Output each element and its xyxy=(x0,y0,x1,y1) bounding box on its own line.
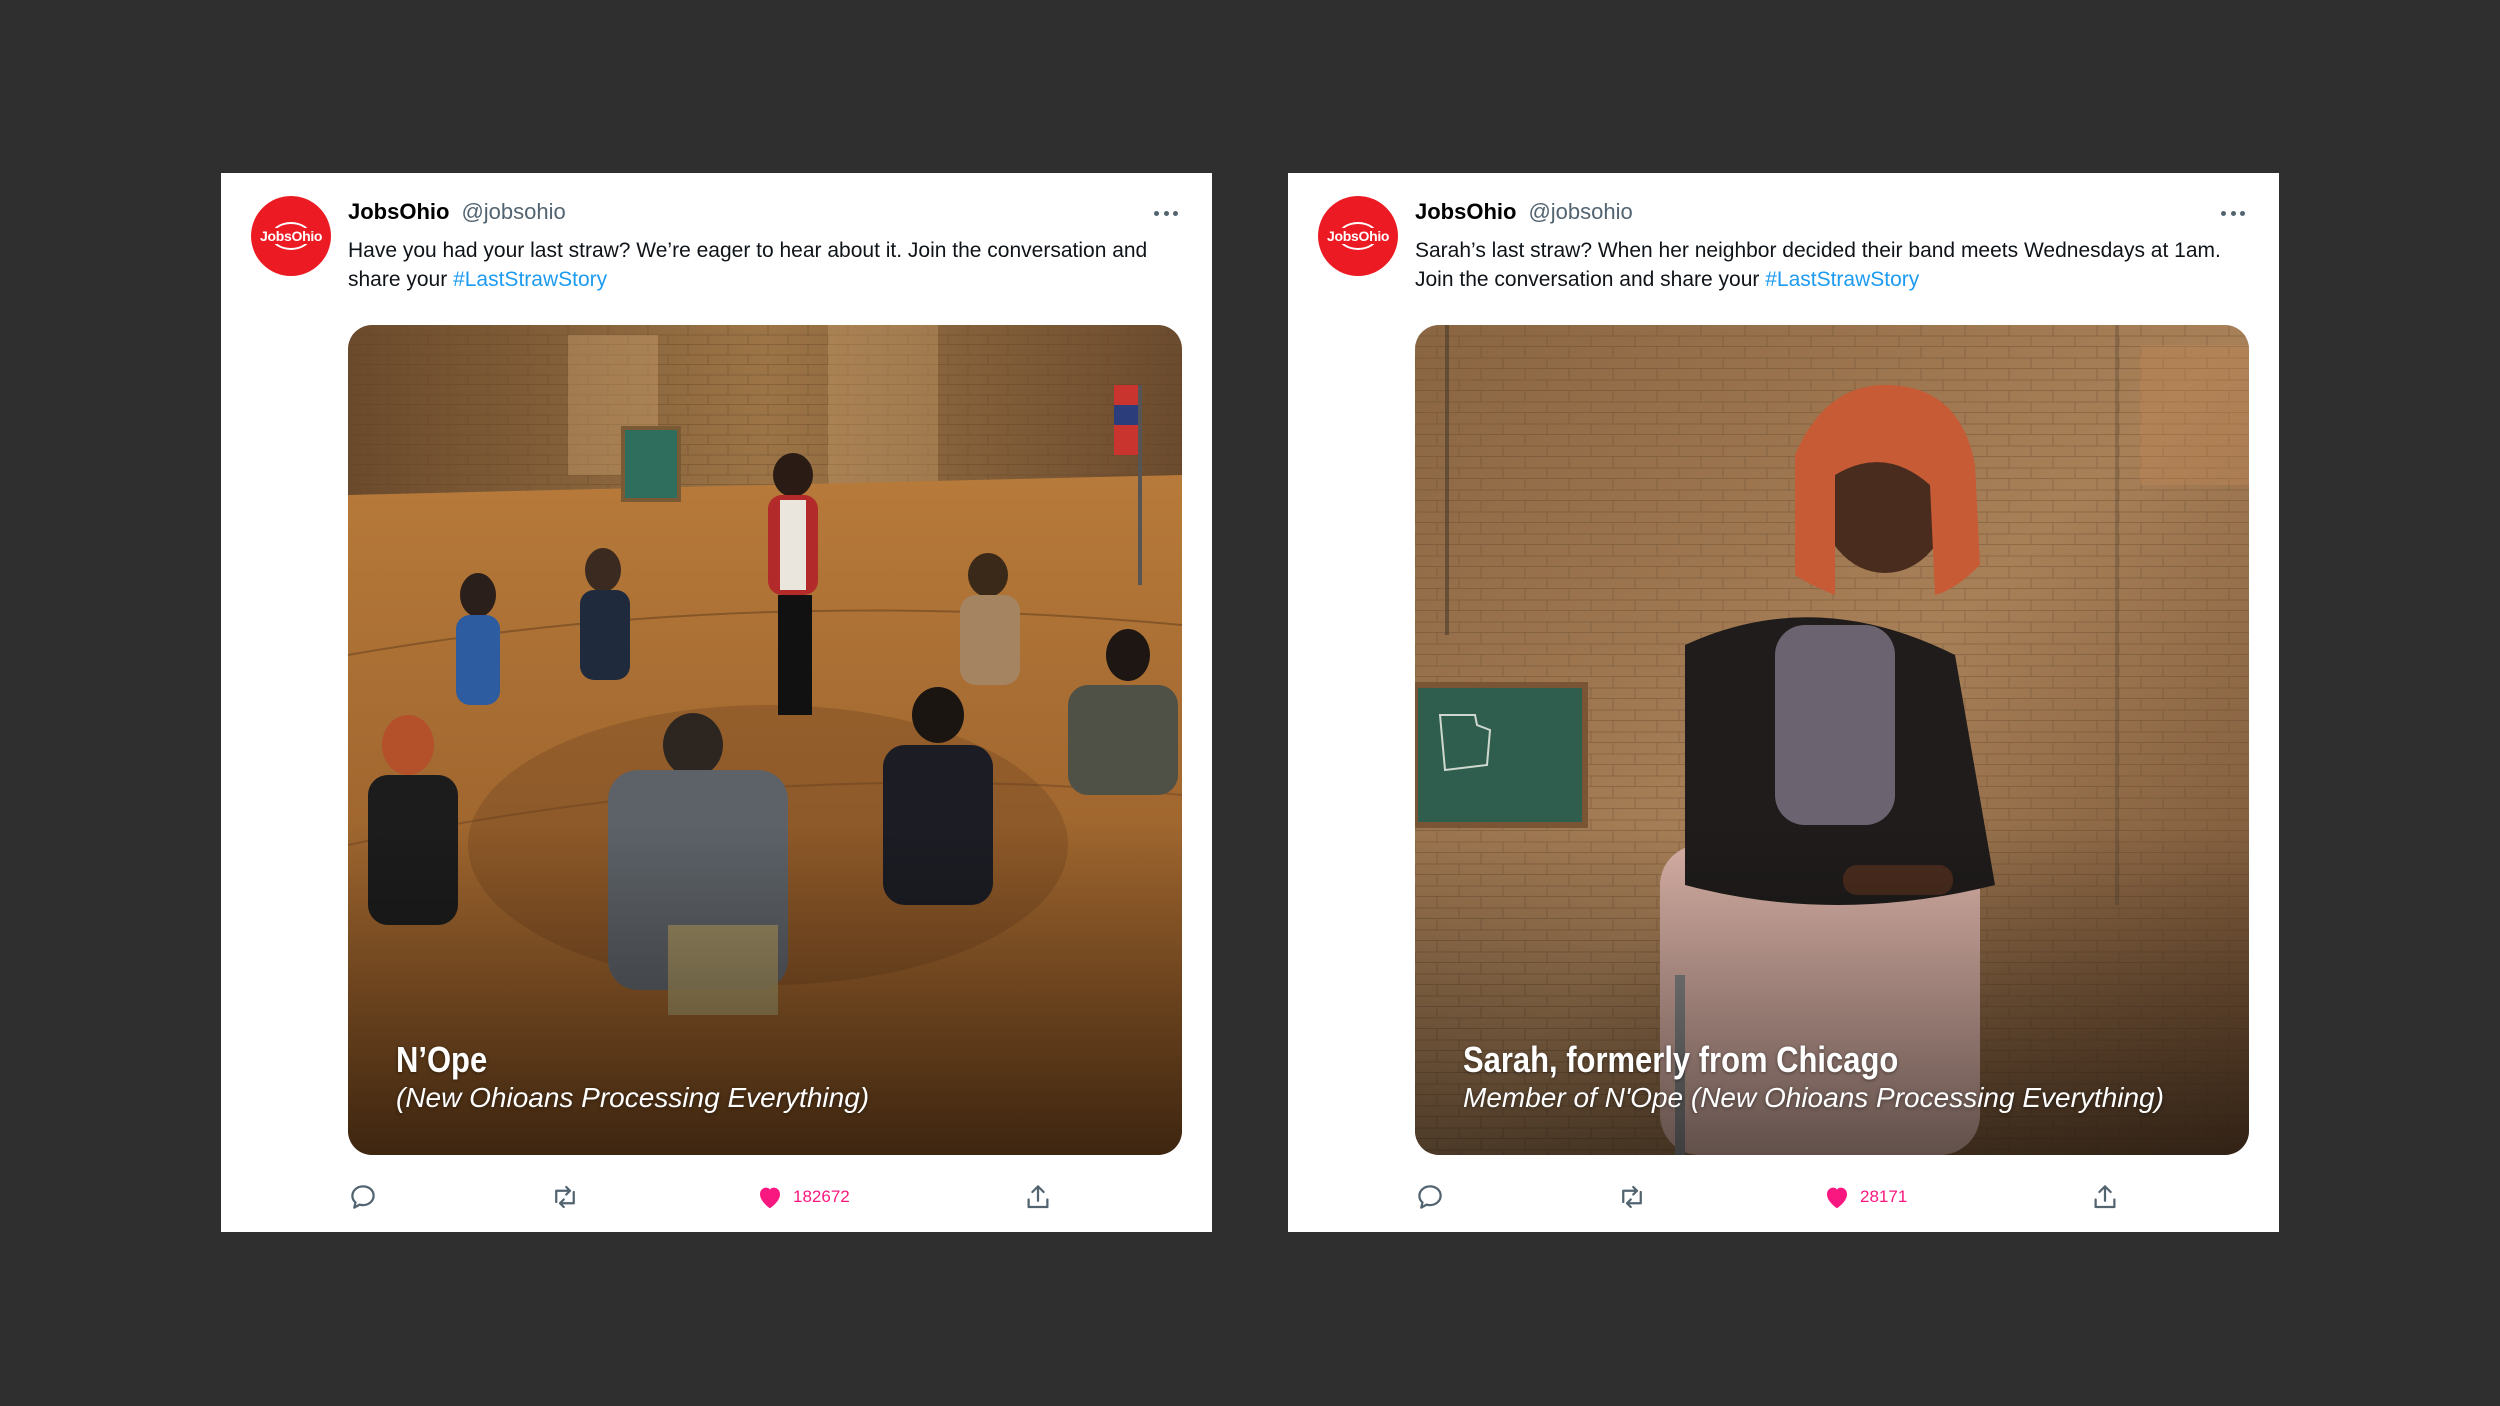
retweet-icon xyxy=(1622,1185,1642,1209)
heart-icon xyxy=(760,1187,780,1209)
tweet-actions: 182672 xyxy=(348,1181,1182,1213)
caption-title: N’Ope xyxy=(396,1039,488,1080)
retweet-button[interactable] xyxy=(550,1181,580,1213)
author-handle[interactable]: @jobsohio xyxy=(461,199,565,224)
reply-button[interactable] xyxy=(348,1181,378,1213)
share-icon xyxy=(1027,1185,1049,1209)
avatar-logo-text: JobsOhio xyxy=(259,228,323,244)
caption-title: Sarah, formerly from Chicago xyxy=(1463,1039,1899,1080)
like-button[interactable]: 182672 xyxy=(755,1181,850,1213)
reply-icon xyxy=(1418,1185,1442,1209)
retweet-icon xyxy=(555,1185,575,1209)
caption-subtitle: Member of N'Ope (New Ohioans Processing … xyxy=(1463,1082,2164,1113)
tweet-header: JobsOhio @jobsohio xyxy=(348,199,566,225)
tweet-header: JobsOhio @jobsohio xyxy=(1415,199,1633,225)
avatar-logo-text: JobsOhio xyxy=(1326,228,1390,244)
reply-button[interactable] xyxy=(1415,1181,1445,1213)
tweet-text: Have you had your last straw? We’re eage… xyxy=(348,236,1178,294)
author-name[interactable]: JobsOhio xyxy=(348,199,449,224)
more-options-icon[interactable] xyxy=(2221,201,2245,225)
caption-subtitle: (New Ohioans Processing Everything) xyxy=(396,1082,870,1113)
image-caption: N’Ope (New Ohioans Processing Everything… xyxy=(396,1039,869,1115)
share-button[interactable] xyxy=(1023,1181,1053,1213)
tweet-card: JobsOhio JobsOhio @jobsohio Sarah’s last … xyxy=(1288,173,2279,1232)
hashtag-link[interactable]: #LastStrawStory xyxy=(1765,268,1919,291)
author-handle[interactable]: @jobsohio xyxy=(1528,199,1632,224)
heart-icon xyxy=(1827,1187,1847,1209)
like-count: 28171 xyxy=(1860,1187,1908,1206)
share-icon xyxy=(2094,1185,2116,1209)
jobsohio-logo-icon: JobsOhio xyxy=(259,221,323,251)
retweet-button[interactable] xyxy=(1617,1181,1647,1213)
hashtag-link[interactable]: #LastStrawStory xyxy=(453,268,607,291)
avatar[interactable]: JobsOhio xyxy=(1318,196,1398,276)
tweet-image[interactable]: Sarah, formerly from Chicago Member of N… xyxy=(1415,325,2249,1155)
share-button[interactable] xyxy=(2090,1181,2120,1213)
tweet-image[interactable]: N’Ope (New Ohioans Processing Everything… xyxy=(348,325,1182,1155)
like-count: 182672 xyxy=(793,1187,850,1206)
gym-group-circle-photo xyxy=(348,325,1182,1155)
sarah-portrait-photo xyxy=(1415,325,2249,1155)
author-name[interactable]: JobsOhio xyxy=(1415,199,1516,224)
avatar[interactable]: JobsOhio xyxy=(251,196,331,276)
jobsohio-logo-icon: JobsOhio xyxy=(1326,221,1390,251)
image-caption: Sarah, formerly from Chicago Member of N… xyxy=(1463,1039,2164,1115)
tweet-text: Sarah’s last straw? When her neighbor de… xyxy=(1415,236,2245,294)
tweet-card: JobsOhio JobsOhio @jobsohio Have you had … xyxy=(221,173,1212,1232)
like-button[interactable]: 28171 xyxy=(1822,1181,1907,1213)
reply-icon xyxy=(351,1185,375,1209)
more-options-icon[interactable] xyxy=(1154,201,1178,225)
tweet-actions: 28171 xyxy=(1415,1181,2249,1213)
